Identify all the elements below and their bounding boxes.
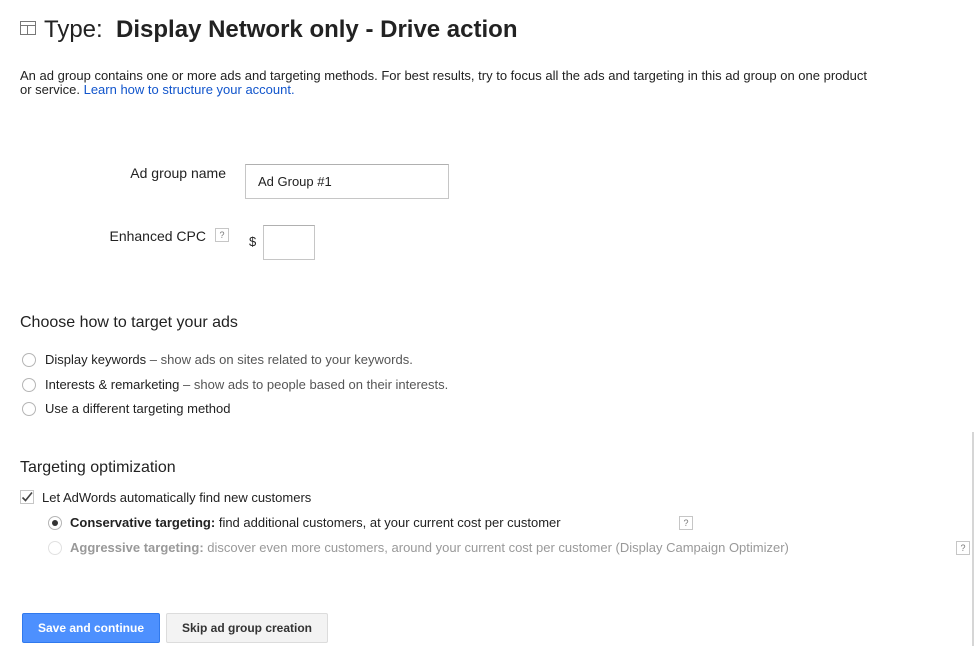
layout-icon xyxy=(20,21,36,35)
structure-account-link[interactable]: Learn how to structure your account. xyxy=(84,82,295,97)
radio-conservative-targeting[interactable] xyxy=(48,516,62,530)
optimization-section-title: Targeting optimization xyxy=(20,459,176,476)
option-interests-remarketing[interactable]: Interests & remarketing – show ads to pe… xyxy=(45,377,448,392)
option-label: Display keywords xyxy=(45,352,147,367)
enhanced-cpc-help-icon[interactable]: ? xyxy=(215,228,229,242)
ad-group-name-label: Ad group name xyxy=(130,165,226,181)
targeting-section-title: Choose how to target your ads xyxy=(20,314,238,331)
enhanced-cpc-input[interactable] xyxy=(263,225,315,260)
radio-different-method[interactable] xyxy=(22,402,36,416)
aggressive-description: discover even more customers, around you… xyxy=(207,540,789,555)
radio-display-keywords[interactable] xyxy=(22,353,36,367)
conservative-description: find additional customers, at your curre… xyxy=(218,515,561,530)
auto-find-customers-checkbox[interactable] xyxy=(20,490,34,504)
type-label: Type: xyxy=(44,16,103,43)
option-label: Interests & remarketing xyxy=(45,377,180,392)
radio-aggressive-targeting xyxy=(48,541,62,555)
option-dash: – xyxy=(149,352,158,367)
option-dash: – xyxy=(183,377,191,392)
option-description: show ads on sites related to your keywor… xyxy=(160,352,413,367)
option-display-keywords[interactable]: Display keywords – show ads on sites rel… xyxy=(45,352,413,367)
option-aggressive-targeting: Aggressive targeting: discover even more… xyxy=(70,540,789,555)
currency-symbol: $ xyxy=(249,234,257,249)
page-title: Type: Display Network only - Drive actio… xyxy=(20,16,517,44)
conservative-label: Conservative targeting: xyxy=(70,515,216,530)
option-conservative-targeting[interactable]: Conservative targeting: find additional … xyxy=(70,515,561,530)
option-label: Use a different targeting method xyxy=(45,401,231,416)
save-and-continue-button[interactable]: Save and continue xyxy=(22,613,160,643)
ad-group-name-input[interactable]: Ad Group #1 xyxy=(245,164,449,199)
radio-interests-remarketing[interactable] xyxy=(22,378,36,392)
aggressive-label: Aggressive targeting: xyxy=(70,540,204,555)
option-description: show ads to people based on their intere… xyxy=(193,377,449,392)
option-different-method[interactable]: Use a different targeting method xyxy=(45,401,231,416)
auto-find-customers-label[interactable]: Let AdWords automatically find new custo… xyxy=(42,490,311,505)
skip-ad-group-button[interactable]: Skip ad group creation xyxy=(166,613,328,643)
aggressive-help-icon[interactable]: ? xyxy=(956,541,970,555)
enhanced-cpc-label: Enhanced CPC xyxy=(109,228,206,244)
type-value: Display Network only - Drive action xyxy=(116,16,518,43)
conservative-help-icon[interactable]: ? xyxy=(679,516,693,530)
intro-text: An ad group contains one or more ads and… xyxy=(20,69,880,97)
page-edge-divider xyxy=(972,432,974,646)
